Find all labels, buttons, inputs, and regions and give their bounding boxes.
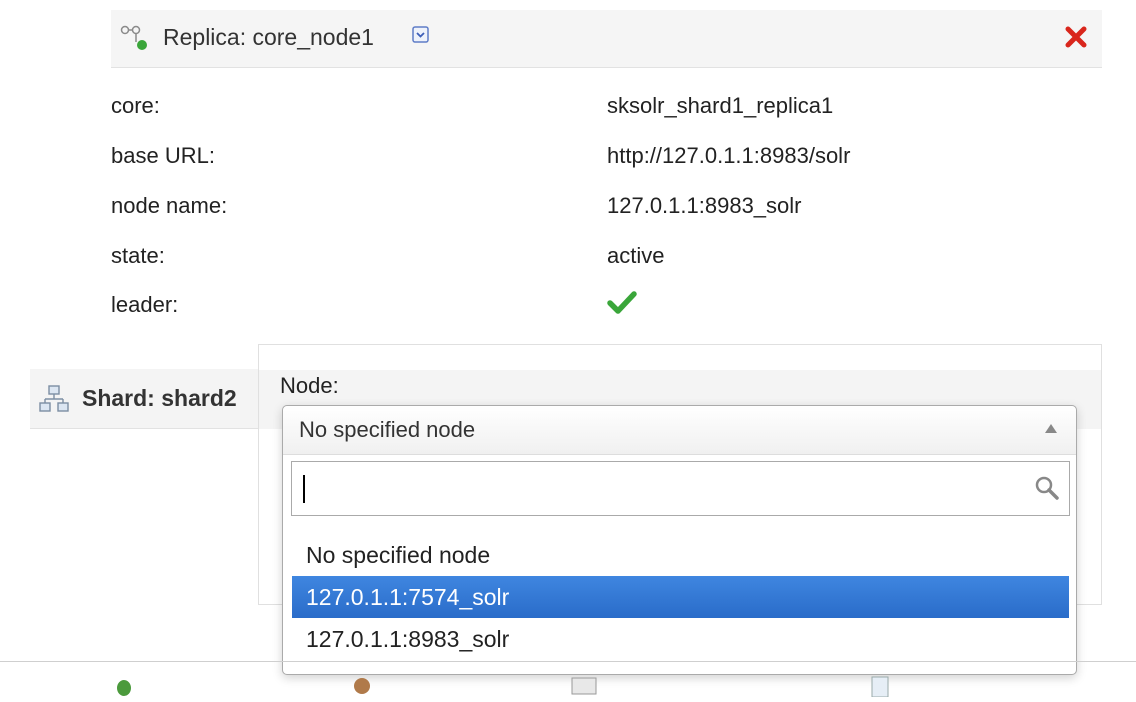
property-value-node-name: 127.0.1.1:8983_solr: [607, 193, 802, 218]
footer-divider: [0, 661, 1136, 662]
document-icon: [868, 675, 892, 698]
shard-tree-icon: [39, 384, 69, 414]
node-select-current[interactable]: No specified node: [283, 406, 1076, 455]
node-search-box[interactable]: [291, 461, 1070, 516]
node-option-highlighted[interactable]: 127.0.1.1:7574_solr: [292, 576, 1069, 618]
node-search-input[interactable]: [300, 470, 1024, 508]
shard-title: Shard: shard2: [82, 385, 237, 411]
property-label-leader: leader:: [111, 292, 179, 317]
bug-icon: [112, 675, 136, 697]
chevron-up-icon[interactable]: [1045, 424, 1057, 433]
node-select[interactable]: No specified node No specified node 127.…: [282, 405, 1077, 675]
checkmark-icon: [607, 290, 637, 316]
node-label: Node:: [280, 373, 339, 398]
mail-icon: [570, 675, 597, 697]
search-icon: [1034, 475, 1060, 501]
node-option[interactable]: No specified node: [292, 534, 1069, 576]
property-value-base-url: http://127.0.1.1:8983/solr: [607, 143, 851, 168]
node-option[interactable]: 127.0.1.1:8983_solr: [292, 618, 1069, 660]
chat-icon: [350, 675, 374, 697]
property-value-state: active: [607, 243, 665, 268]
replica-header: Replica: core_node1: [111, 10, 1102, 68]
replica-node-icon: [120, 25, 148, 51]
property-label-state: state:: [111, 243, 165, 268]
replica-title: Replica: core_node1: [163, 24, 374, 50]
node-select-value: No specified node: [299, 417, 476, 442]
delete-x-icon[interactable]: [1063, 24, 1089, 50]
property-value-core: sksolr_shard1_replica1: [607, 93, 834, 118]
property-label-node-name: node name:: [111, 193, 228, 218]
property-label-base-url: base URL:: [111, 143, 215, 168]
expand-dropdown-icon[interactable]: [412, 26, 429, 43]
property-label-core: core:: [111, 93, 160, 118]
